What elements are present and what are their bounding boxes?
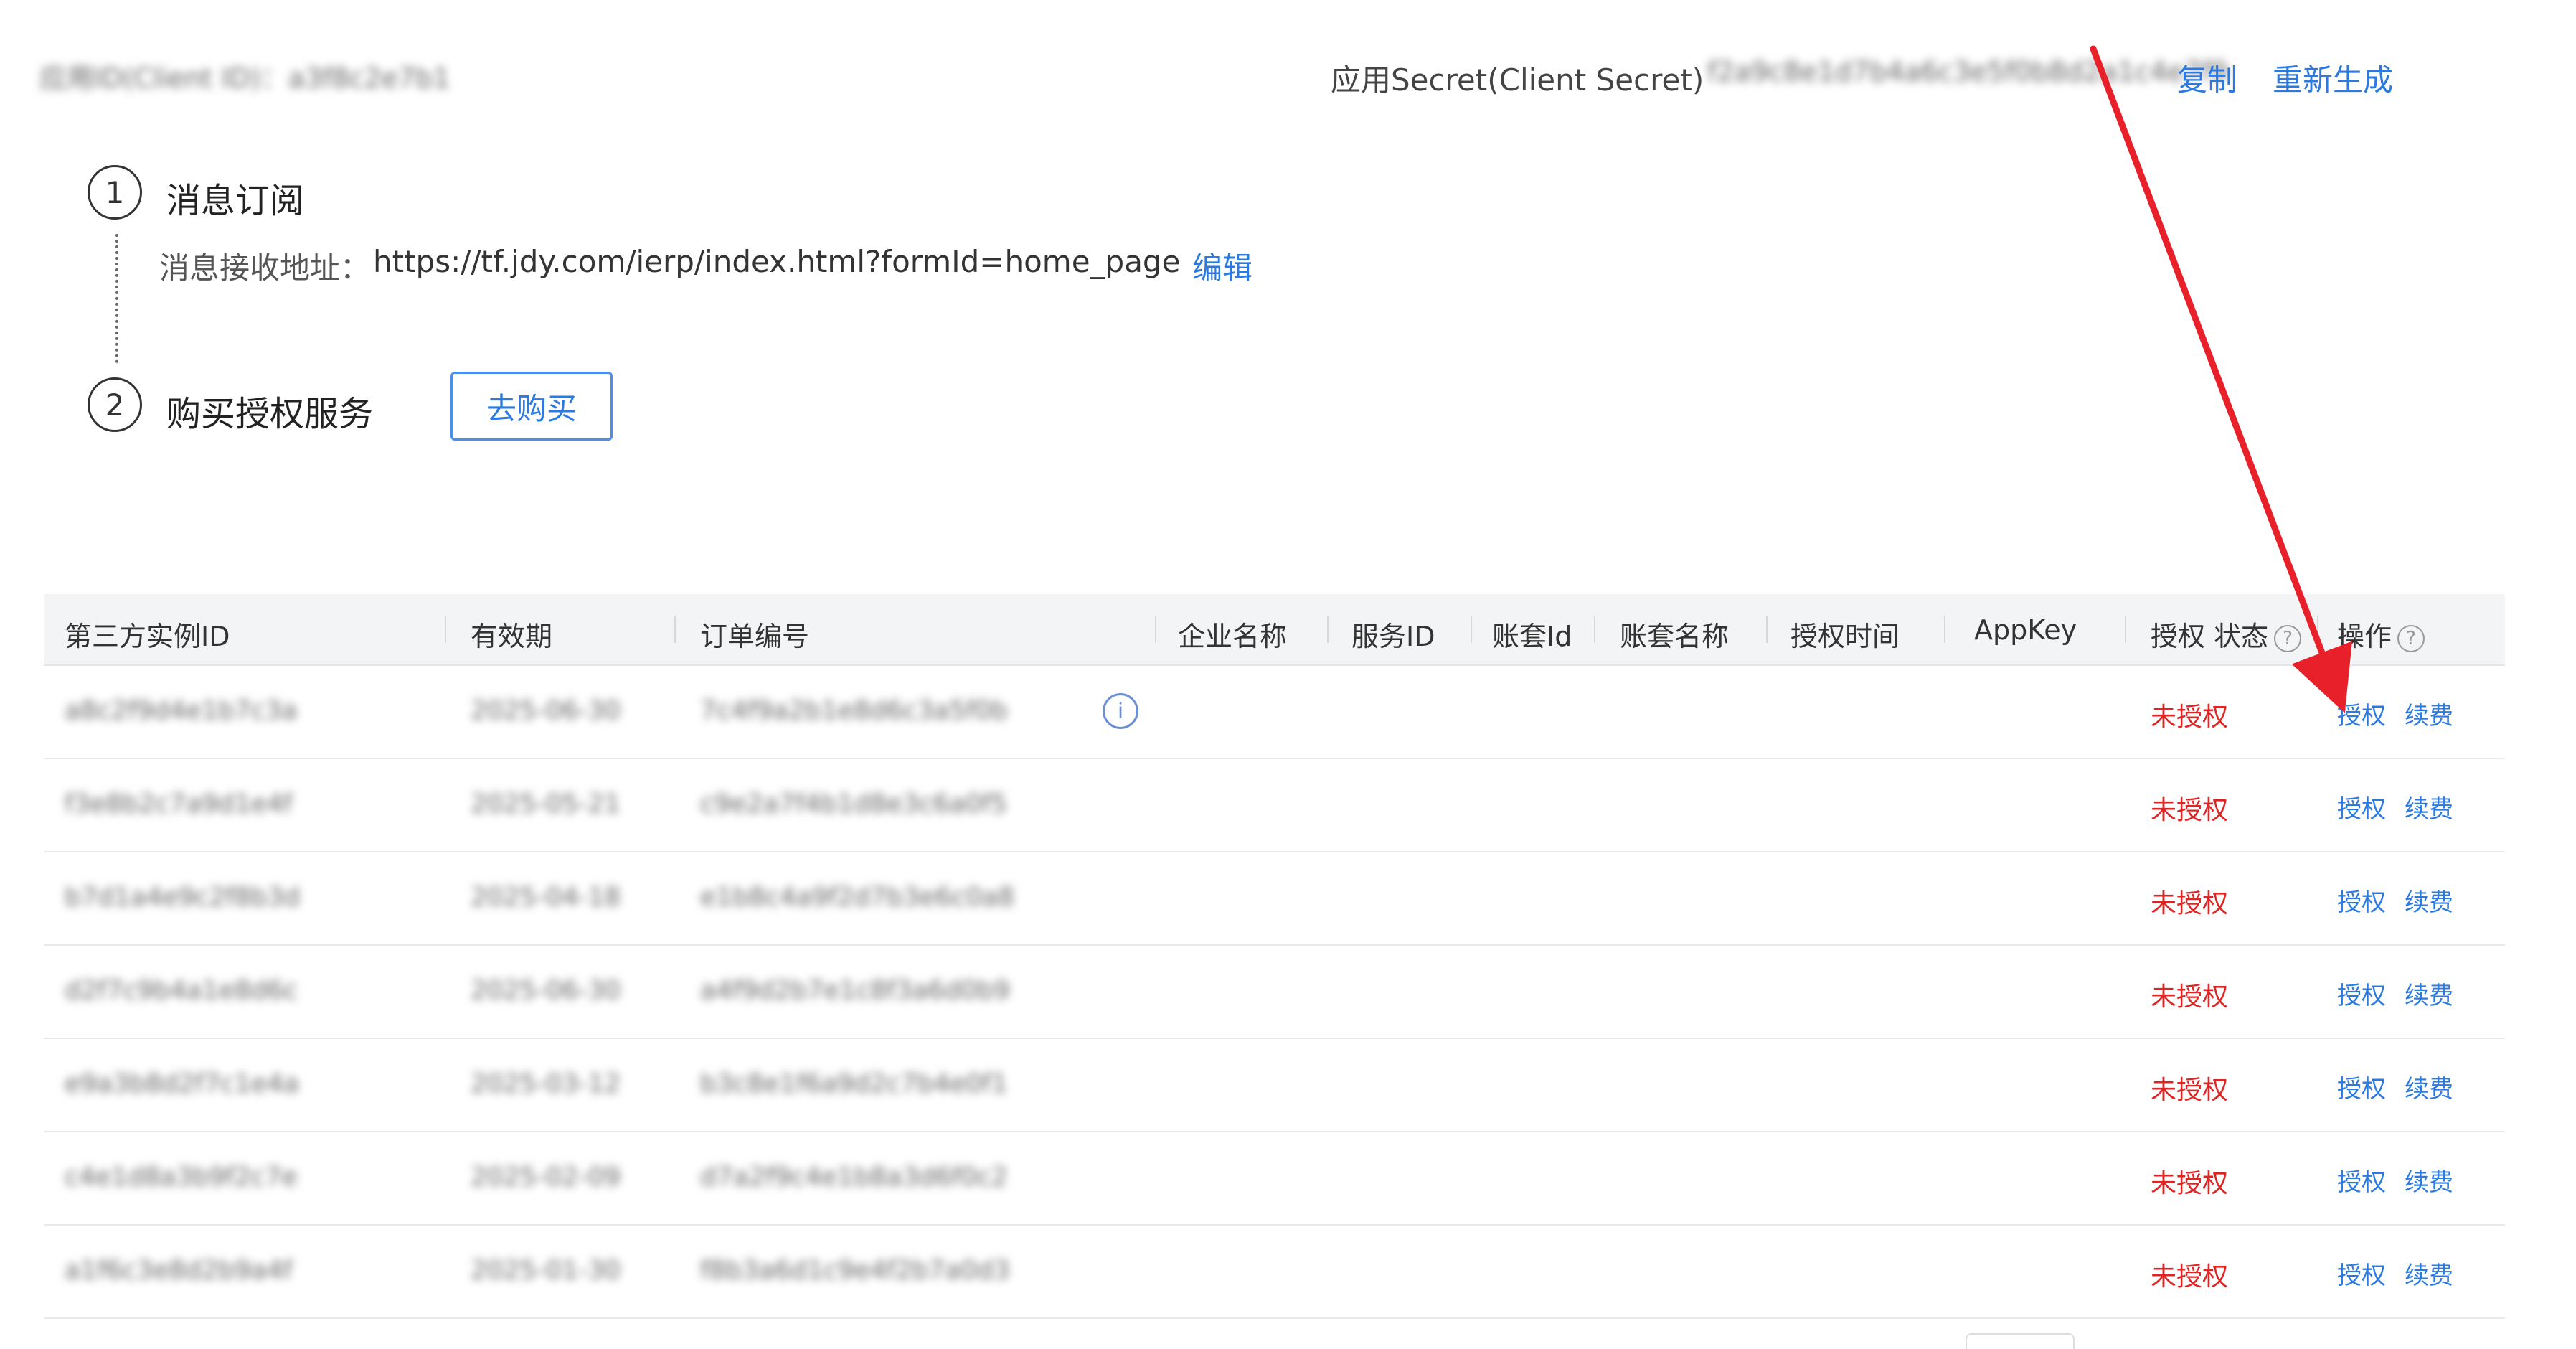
cell-auth-status: 未授权 bbox=[2151, 1262, 2229, 1292]
renew-link[interactable]: 续费 bbox=[2405, 976, 2453, 1011]
cell-auth-status: 未授权 bbox=[2151, 889, 2229, 918]
col-appkey: AppKey bbox=[1974, 614, 2077, 646]
cell-instance-id: e9a3b8d2f7c1e4a bbox=[65, 1069, 299, 1099]
cell-validity: 2025-01-30 bbox=[471, 1256, 621, 1285]
cell-instance-id: b7d1a4e9c2f8b3d bbox=[65, 883, 301, 912]
cell-order-no: a4f9d2b7e1c8f3a6d0b9 bbox=[700, 976, 1010, 1005]
authorize-link[interactable]: 授权 bbox=[2337, 1069, 2386, 1104]
table-row: d2f7c9b4a1e8d6c 2025-06-30 a4f9d2b7e1c8f… bbox=[44, 946, 2505, 1039]
col-separator bbox=[1155, 616, 1156, 643]
col-separator bbox=[674, 616, 676, 643]
step-1-badge: 1 bbox=[88, 165, 142, 220]
col-company: 企业名称 bbox=[1178, 621, 1288, 652]
cell-validity: 2025-02-09 bbox=[471, 1162, 621, 1192]
col-separator bbox=[1327, 616, 1329, 643]
table-header: 第三方实例ID 有效期 订单编号 企业名称 服务ID 账套Id 账套名称 授权时… bbox=[44, 594, 2505, 666]
col-separator bbox=[1766, 616, 1768, 643]
app-id-value: 应用ID(Client ID)：a3f8c2e7b1 bbox=[39, 62, 450, 94]
regenerate-secret-link[interactable]: 重新生成 bbox=[2273, 56, 2393, 100]
renew-link[interactable]: 续费 bbox=[2405, 789, 2453, 824]
secret-label: 应用Secret(Client Secret) bbox=[1331, 62, 1704, 98]
cell-validity: 2025-06-30 bbox=[471, 696, 621, 725]
cell-instance-id: a1f6c3e8d2b9a4f bbox=[65, 1256, 293, 1285]
renew-link[interactable]: 续费 bbox=[2405, 1069, 2453, 1104]
copy-secret-link[interactable]: 复制 bbox=[2177, 56, 2237, 100]
authorize-link[interactable]: 授权 bbox=[2337, 696, 2386, 731]
cell-instance-id: a8c2f9d4e1b7c3a bbox=[65, 696, 298, 725]
col-separator bbox=[1471, 616, 1472, 643]
table-row: a1f6c3e8d2b9a4f 2025-01-30 f8b3a6d1c9e4f… bbox=[44, 1226, 2505, 1319]
help-icon[interactable]: ? bbox=[2397, 624, 2425, 652]
col-auth-time: 授权时间 bbox=[1791, 621, 1900, 652]
cell-validity: 2025-04-18 bbox=[471, 883, 621, 912]
help-icon[interactable]: ? bbox=[2274, 624, 2302, 652]
cell-auth-status: 未授权 bbox=[2151, 702, 2229, 732]
cell-order-no: e1b8c4a9f2d7b3e6c0a8 bbox=[700, 883, 1015, 912]
step-2-badge: 2 bbox=[88, 377, 142, 432]
col-instance-id: 第三方实例ID bbox=[65, 621, 230, 652]
cell-instance-id: d2f7c9b4a1e8d6c bbox=[65, 976, 298, 1005]
cell-auth-status: 未授权 bbox=[2151, 1076, 2229, 1105]
col-separator bbox=[2125, 616, 2126, 643]
cell-validity: 2025-06-30 bbox=[471, 976, 621, 1005]
authorize-link[interactable]: 授权 bbox=[2337, 1162, 2386, 1198]
col-service-id: 服务ID bbox=[1351, 621, 1435, 652]
authorize-link[interactable]: 授权 bbox=[2337, 1256, 2386, 1291]
buy-button[interactable]: 去购买 bbox=[450, 372, 613, 441]
cell-order-no: 7c4f9a2b1e8d6c3a5f0b bbox=[700, 696, 1008, 725]
cell-order-no: c9e2a7f4b1d8e3c6a0f5 bbox=[700, 789, 1008, 819]
instance-table: 第三方实例ID 有效期 订单编号 企业名称 服务ID 账套Id 账套名称 授权时… bbox=[44, 594, 2505, 1319]
col-auth-status: 授权 状态? bbox=[2151, 614, 2302, 654]
pagination-stub[interactable] bbox=[1966, 1333, 2075, 1349]
cell-auth-status: 未授权 bbox=[2151, 796, 2229, 825]
arrow-line bbox=[2090, 45, 2352, 713]
table-row: b7d1a4e9c2f8b3d 2025-04-18 e1b8c4a9f2d7b… bbox=[44, 852, 2505, 946]
authorize-link[interactable]: 授权 bbox=[2337, 976, 2386, 1011]
cell-validity: 2025-03-12 bbox=[471, 1069, 621, 1099]
table-row: f3e8b2c7a9d1e4f 2025-05-21 c9e2a7f4b1d8e… bbox=[44, 759, 2505, 852]
step-2-title: 购买授权服务 bbox=[166, 394, 374, 434]
renew-link[interactable]: 续费 bbox=[2405, 1256, 2453, 1291]
table-row: a8c2f9d4e1b7c3a 2025-06-30 7c4f9a2b1e8d6… bbox=[44, 666, 2505, 759]
cell-auth-status: 未授权 bbox=[2151, 982, 2229, 1012]
col-separator bbox=[2317, 616, 2318, 643]
cell-validity: 2025-05-21 bbox=[471, 789, 621, 819]
col-validity: 有效期 bbox=[471, 621, 553, 652]
renew-link[interactable]: 续费 bbox=[2405, 696, 2453, 731]
col-separator bbox=[1594, 616, 1595, 643]
cell-auth-status: 未授权 bbox=[2151, 1169, 2229, 1198]
message-address-label: 消息接收地址： bbox=[159, 250, 371, 286]
col-operation-label: 操作 bbox=[2337, 621, 2392, 652]
col-book-id: 账套Id bbox=[1492, 621, 1572, 652]
cell-instance-id: f3e8b2c7a9d1e4f bbox=[65, 789, 293, 819]
table-row: e9a3b8d2f7c1e4a 2025-03-12 b3c8e1f6a9d2c… bbox=[44, 1039, 2505, 1132]
cell-order-no: d7a2f9c4e1b8a3d6f0c2 bbox=[700, 1162, 1008, 1192]
message-address-value: https://tf.jdy.com/ierp/index.html?formI… bbox=[373, 244, 1181, 279]
step-connector bbox=[115, 234, 118, 363]
info-icon[interactable]: i bbox=[1103, 693, 1138, 729]
col-order-no: 订单编号 bbox=[700, 621, 810, 652]
step-1-title: 消息订阅 bbox=[166, 181, 305, 221]
col-operation: 操作? bbox=[2337, 614, 2425, 654]
cell-order-no: f8b3a6d1c9e4f2b7a0d3 bbox=[700, 1256, 1010, 1285]
col-auth-status-label: 授权 状态 bbox=[2151, 621, 2269, 652]
authorize-link[interactable]: 授权 bbox=[2337, 883, 2386, 918]
cell-order-no: b3c8e1f6a9d2c7b4e0f1 bbox=[700, 1069, 1008, 1099]
step-1-number: 1 bbox=[105, 174, 125, 210]
renew-link[interactable]: 续费 bbox=[2405, 883, 2453, 918]
renew-link[interactable]: 续费 bbox=[2405, 1162, 2453, 1198]
edit-address-link[interactable]: 编辑 bbox=[1192, 244, 1252, 288]
col-separator bbox=[1944, 616, 1945, 643]
cell-instance-id: c4e1d8a3b9f2c7e bbox=[65, 1162, 298, 1192]
col-separator bbox=[445, 616, 446, 643]
authorize-link[interactable]: 授权 bbox=[2337, 789, 2386, 824]
col-book-name: 账套名称 bbox=[1620, 621, 1730, 652]
table-row: c4e1d8a3b9f2c7e 2025-02-09 d7a2f9c4e1b8a… bbox=[44, 1132, 2505, 1226]
secret-value: f2a9c8e1d7b4a6c3e5f0b8d2a1c4e7f9 bbox=[1707, 56, 2229, 88]
step-2-number: 2 bbox=[105, 387, 125, 423]
